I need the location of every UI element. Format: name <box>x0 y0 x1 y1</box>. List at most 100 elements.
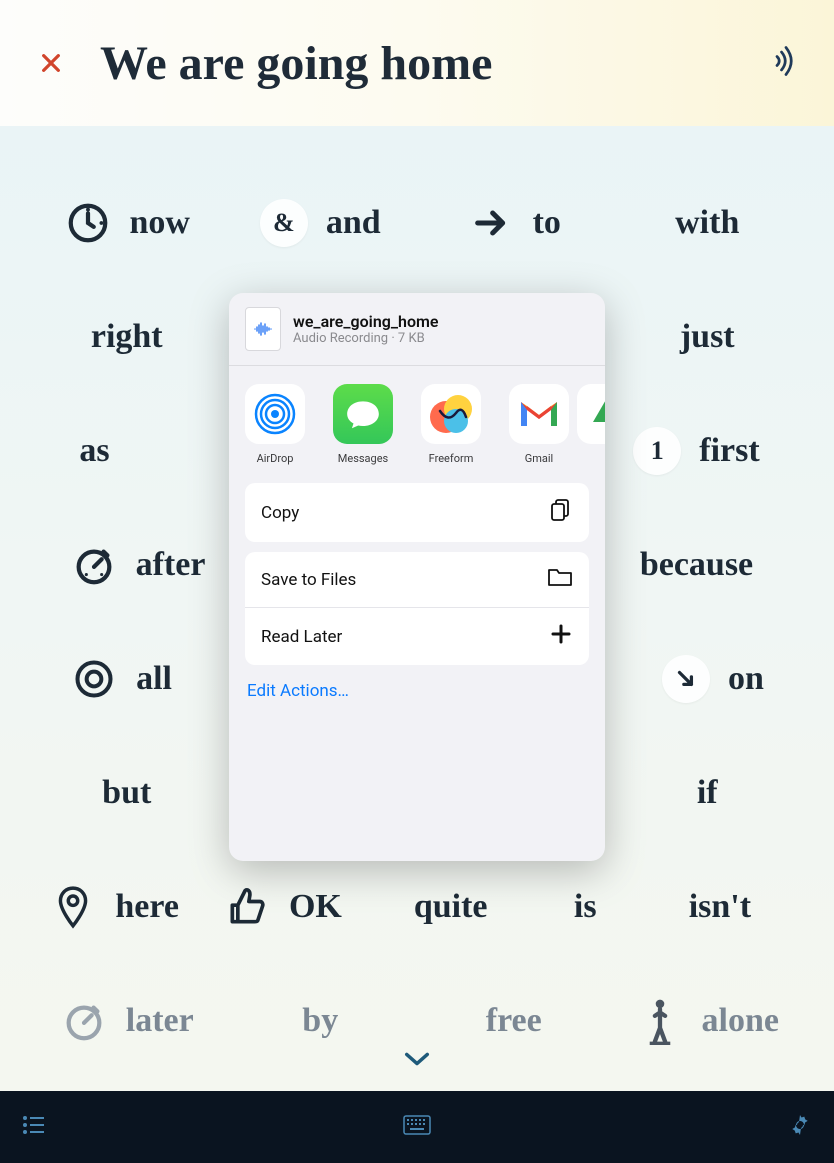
word-cell-because[interactable]: because <box>589 546 804 584</box>
share-app-airdrop[interactable]: AirDrop <box>245 384 305 465</box>
app-label: AirDrop <box>257 452 294 465</box>
word-label: as <box>79 432 109 470</box>
word-cell-first[interactable]: 1 first <box>589 427 804 475</box>
word-cell-after[interactable]: after <box>30 541 245 589</box>
number-one-icon: 1 <box>633 427 681 475</box>
close-button[interactable] <box>40 44 80 82</box>
list-view-button[interactable] <box>22 1115 46 1139</box>
word-cell-quite[interactable]: quite <box>367 888 535 926</box>
settings-button[interactable] <box>788 1113 812 1141</box>
thumbs-up-icon <box>223 883 271 931</box>
share-app-more[interactable] <box>597 384 605 465</box>
word-cell-ok[interactable]: OK <box>198 883 366 931</box>
arrow-down-right-icon <box>662 655 710 703</box>
word-cell-all[interactable]: all <box>30 655 212 703</box>
word-cell-now[interactable]: now <box>30 199 224 247</box>
word-label: OK <box>289 888 342 926</box>
edit-actions-link[interactable]: Edit Actions… <box>229 665 605 701</box>
share-app-messages[interactable]: Messages <box>333 384 393 465</box>
copy-icon <box>549 497 573 528</box>
share-app-freeform[interactable]: Freeform <box>421 384 481 465</box>
messages-icon <box>333 384 393 444</box>
clock-faded-icon <box>60 997 108 1045</box>
app-label: Messages <box>338 452 388 465</box>
word-label: just <box>680 318 735 356</box>
word-cell-by[interactable]: by <box>224 1002 418 1040</box>
word-cell-isnt[interactable]: isn't <box>636 888 804 926</box>
freeform-icon <box>421 384 481 444</box>
airdrop-icon <box>245 384 305 444</box>
speak-button[interactable] <box>768 43 804 83</box>
app-label: Gmail <box>525 452 553 465</box>
word-label: right <box>91 318 163 356</box>
action-save-to-files[interactable]: Save to Files <box>245 552 589 607</box>
word-label: with <box>675 204 739 242</box>
pin-icon <box>49 883 97 931</box>
word-label: to <box>533 204 561 242</box>
share-file-header: we_are_going_home Audio Recording · 7 KB <box>229 293 605 366</box>
word-label: all <box>136 660 172 698</box>
word-cell-and[interactable]: & and <box>224 199 418 247</box>
word-label: here <box>115 888 179 926</box>
expand-button[interactable] <box>403 1048 431 1073</box>
action-copy[interactable]: Copy <box>245 483 589 542</box>
clock-icon <box>64 199 112 247</box>
word-cell-as[interactable]: as <box>30 432 159 470</box>
list-icon <box>22 1115 46 1135</box>
keyboard-icon <box>403 1115 431 1135</box>
word-label: quite <box>414 888 488 926</box>
plus-icon <box>549 622 573 651</box>
word-cell-alone[interactable]: alone <box>611 997 805 1045</box>
word-label: but <box>102 774 151 812</box>
word-label: after <box>136 546 206 584</box>
word-cell-later[interactable]: later <box>30 997 224 1045</box>
share-action-list: Copy Save to Files Read Later <box>229 483 605 665</box>
bottom-toolbar <box>0 1091 834 1163</box>
word-label: if <box>697 774 718 812</box>
gear-icon <box>788 1113 812 1137</box>
word-label: now <box>130 204 190 242</box>
word-cell-right[interactable]: right <box>30 318 224 356</box>
word-label: is <box>574 888 597 926</box>
word-cell-to[interactable]: to <box>417 199 611 247</box>
audio-file-icon <box>245 307 281 351</box>
word-cell-just[interactable]: just <box>611 318 805 356</box>
person-icon <box>636 997 684 1045</box>
action-label: Save to Files <box>261 570 356 590</box>
word-cell-here[interactable]: here <box>30 883 198 931</box>
word-cell-is[interactable]: is <box>535 888 636 926</box>
stopwatch-icon <box>70 541 118 589</box>
action-label: Read Later <box>261 627 342 647</box>
close-icon <box>40 52 62 74</box>
word-cell-if[interactable]: if <box>611 774 805 812</box>
ampersand-icon: & <box>260 199 308 247</box>
circle-icon <box>70 655 118 703</box>
word-label: and <box>326 204 381 242</box>
arrow-right-icon <box>467 199 515 247</box>
action-read-later[interactable]: Read Later <box>245 607 589 665</box>
word-cell-free[interactable]: free <box>417 1002 611 1040</box>
page-title: We are going home <box>100 36 768 91</box>
word-label: first <box>699 432 759 470</box>
action-label: Copy <box>261 503 299 523</box>
share-file-name: we_are_going_home <box>293 312 439 331</box>
word-cell-on[interactable]: on <box>622 655 804 703</box>
header-bar: We are going home <box>0 0 834 126</box>
sound-wave-icon <box>768 43 804 79</box>
word-cell-but[interactable]: but <box>30 774 224 812</box>
word-label: free <box>486 1002 542 1040</box>
word-label: on <box>728 660 764 698</box>
more-app-icon <box>577 384 605 444</box>
word-label: by <box>302 1002 338 1040</box>
word-cell-with[interactable]: with <box>611 204 805 242</box>
chevron-down-icon <box>403 1051 431 1067</box>
share-app-row[interactable]: AirDrop Messages Freeform Gmail <box>229 366 605 479</box>
word-label: because <box>640 546 753 584</box>
keyboard-button[interactable] <box>403 1115 431 1139</box>
share-sheet: we_are_going_home Audio Recording · 7 KB… <box>229 293 605 861</box>
word-label: isn't <box>689 888 751 926</box>
app-label: Freeform <box>429 452 474 465</box>
folder-icon <box>547 566 573 593</box>
share-app-gmail[interactable]: Gmail <box>509 384 569 465</box>
gmail-icon <box>509 384 569 444</box>
